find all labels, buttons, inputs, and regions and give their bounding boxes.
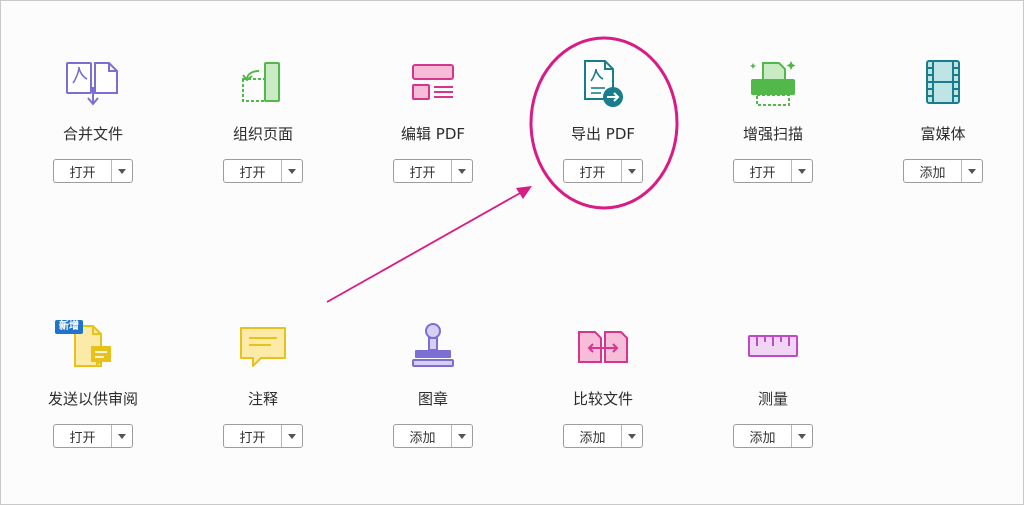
chevron-down-icon[interactable]	[622, 425, 642, 447]
chevron-down-icon[interactable]	[792, 160, 812, 182]
add-button-measure[interactable]: 添加	[733, 424, 813, 448]
open-button-comment[interactable]: 打开	[223, 424, 303, 448]
tool-label: 测量	[757, 390, 788, 408]
action-label[interactable]: 添加	[394, 425, 452, 447]
tools-panel: 合并文件 打开 组织页面 打开 编辑 PDF 打开 导出 PDF 打开 增强扫描…	[0, 0, 1024, 505]
chevron-down-icon[interactable]	[452, 160, 472, 182]
add-button-rich-media[interactable]: 添加	[903, 159, 983, 183]
enhance-scan-icon	[750, 61, 796, 106]
chevron-down-icon[interactable]	[282, 425, 302, 447]
action-label[interactable]: 添加	[904, 160, 962, 182]
tool-measure[interactable]: 测量 添加	[688, 322, 858, 472]
tool-label: 发送以供审阅	[47, 390, 138, 408]
open-button-combine-files[interactable]: 打开	[53, 159, 133, 183]
tool-label: 增强扫描	[742, 125, 803, 143]
chevron-down-icon[interactable]	[452, 425, 472, 447]
tool-label: 注释	[247, 390, 278, 408]
tool-send-for-review[interactable]: 新增 发送以供审阅 打开	[8, 320, 178, 472]
tool-rich-media[interactable]: 富媒体 添加	[858, 57, 1024, 207]
action-label[interactable]: 打开	[394, 160, 452, 182]
export-pdf-icon	[584, 60, 623, 107]
action-label[interactable]: 打开	[224, 160, 282, 182]
action-label[interactable]: 打开	[734, 160, 792, 182]
organize-pages-icon	[242, 62, 280, 102]
rich-media-icon	[926, 60, 960, 104]
tool-label: 比较文件	[572, 390, 633, 408]
tool-enhance-scan[interactable]: 增强扫描 打开	[688, 57, 858, 207]
chevron-down-icon[interactable]	[112, 425, 132, 447]
chevron-down-icon[interactable]	[622, 160, 642, 182]
tool-stamp[interactable]: 图章 添加	[348, 322, 518, 472]
open-button-export-pdf[interactable]: 打开	[563, 159, 643, 183]
tool-label: 编辑 PDF	[401, 125, 465, 143]
new-badge: 新增	[55, 320, 83, 334]
tool-label: 合并文件	[62, 125, 123, 143]
action-label[interactable]: 添加	[734, 425, 792, 447]
compare-files-icon	[578, 331, 628, 363]
chevron-down-icon[interactable]	[282, 160, 302, 182]
chevron-down-icon[interactable]	[112, 160, 132, 182]
combine-files-icon	[66, 62, 118, 106]
tool-combine-files[interactable]: 合并文件 打开	[8, 57, 178, 207]
open-button-organize-pages[interactable]: 打开	[223, 159, 303, 183]
tool-comment[interactable]: 注释 打开	[178, 322, 348, 472]
open-button-edit-pdf[interactable]: 打开	[393, 159, 473, 183]
tool-label: 图章	[417, 390, 448, 408]
action-label[interactable]: 添加	[564, 425, 622, 447]
action-label[interactable]: 打开	[54, 425, 112, 447]
tool-label: 富媒体	[920, 125, 966, 143]
action-label[interactable]: 打开	[224, 425, 282, 447]
action-label[interactable]: 打开	[564, 160, 622, 182]
chevron-down-icon[interactable]	[792, 425, 812, 447]
tool-label: 导出 PDF	[571, 125, 635, 143]
comment-icon	[240, 327, 286, 367]
measure-icon	[748, 335, 798, 357]
action-label[interactable]: 打开	[54, 160, 112, 182]
tool-label: 组织页面	[232, 125, 293, 143]
open-button-send-for-review[interactable]: 打开	[53, 424, 133, 448]
open-button-enhance-scan[interactable]: 打开	[733, 159, 813, 183]
tool-export-pdf[interactable]: 导出 PDF 打开	[518, 57, 688, 207]
add-button-compare-files[interactable]: 添加	[563, 424, 643, 448]
tool-compare-files[interactable]: 比较文件 添加	[518, 322, 688, 472]
chevron-down-icon[interactable]	[962, 160, 982, 182]
tool-edit-pdf[interactable]: 编辑 PDF 打开	[348, 57, 518, 207]
edit-pdf-icon	[412, 64, 454, 100]
add-button-stamp[interactable]: 添加	[393, 424, 473, 448]
tool-organize-pages[interactable]: 组织页面 打开	[178, 57, 348, 207]
stamp-icon	[412, 323, 454, 367]
